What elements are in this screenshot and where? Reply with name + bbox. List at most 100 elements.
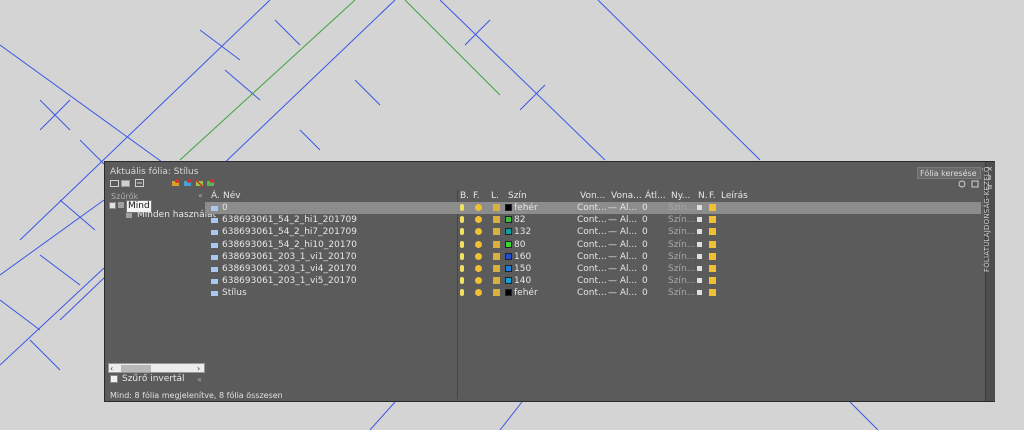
new-vp-freeze-icon[interactable] [709,228,716,236]
scroll-right-icon[interactable]: › [197,363,200,374]
layer-transparency[interactable]: 0 [642,226,648,238]
unlock-icon[interactable] [493,277,500,285]
col-new-vp-freeze[interactable]: F. [709,191,716,202]
layer-color[interactable]: 140 [514,275,531,287]
sun-thaw-icon[interactable] [475,228,482,236]
color-swatch[interactable] [505,289,512,297]
unlock-icon[interactable] [493,265,500,272]
layer-transparency[interactable]: 0 [642,287,648,299]
layer-color[interactable]: 150 [514,263,531,275]
new-vp-freeze-icon[interactable] [709,265,716,272]
layer-row[interactable]: 638693061_54_2_hi1_201709 82 Cont... — Al..… [205,214,981,226]
layer-linetype[interactable]: Cont... [577,263,607,275]
unlock-icon[interactable] [493,240,500,248]
layer-name[interactable]: Stílus [222,287,247,299]
layer-color[interactable]: 82 [514,214,525,226]
layer-transparency[interactable]: 0 [642,251,648,263]
layer-row[interactable]: 638693061_54_2_hi10_20170 80 Cont... — Al..… [205,239,981,251]
color-swatch[interactable] [505,277,512,285]
sun-thaw-icon[interactable] [475,277,482,285]
plot-printer-icon[interactable] [697,241,702,247]
col-lineweight[interactable]: Vona... [611,191,642,202]
collapse-filters-button[interactable]: « [198,190,203,201]
layer-lineweight[interactable]: — Al... [608,263,637,275]
col-transparency[interactable]: Átl... [645,191,666,202]
invert-filter-checkbox[interactable] [110,375,118,383]
lightbulb-on-icon[interactable] [460,204,464,211]
layer-linetype[interactable]: Cont... [577,275,607,287]
layer-lineweight[interactable]: — Al... [608,214,637,226]
sun-thaw-icon[interactable] [475,216,482,224]
new-vp-freeze-icon[interactable] [709,252,716,260]
sun-thaw-icon[interactable] [475,240,482,248]
layer-lineweight[interactable]: — Al... [608,287,637,299]
color-swatch[interactable] [505,204,512,211]
lightbulb-on-icon[interactable] [460,252,464,260]
layer-color[interactable]: fehér [514,202,538,214]
layer-color[interactable]: 160 [514,251,531,263]
layer-lineweight[interactable]: — Al... [608,251,637,263]
plot-printer-icon[interactable] [697,278,702,284]
lightbulb-on-icon[interactable] [460,240,464,248]
layer-row[interactable]: Stílus fehér Cont... — Al... 0 Szín... [205,287,981,299]
layer-name[interactable]: 638693061_203_1_vi4_20170 [222,263,357,275]
new-vp-freeze-icon[interactable] [709,240,716,248]
lightbulb-on-icon[interactable] [460,277,464,285]
new-layer-icon[interactable] [171,179,180,187]
layer-linetype[interactable]: Cont... [577,287,607,299]
layer-lineweight[interactable]: — Al... [608,202,637,214]
scroll-left-icon[interactable]: ‹ [110,363,113,374]
unlock-icon[interactable] [493,228,500,236]
unlock-icon[interactable] [493,289,500,297]
layer-name[interactable]: 638693061_54_2_hi10_20170 [222,239,357,251]
sun-thaw-icon[interactable] [475,289,482,297]
scroll-thumb[interactable] [121,365,151,372]
color-swatch[interactable] [505,216,512,224]
layer-name[interactable]: 638693061_54_2_hi7_201709 [222,226,357,238]
layer-name[interactable]: 638693061_203_1_vi1_20170 [222,251,357,263]
unlock-icon[interactable] [493,252,500,260]
color-swatch[interactable] [505,240,512,248]
color-swatch[interactable] [505,252,512,260]
sun-thaw-icon[interactable] [475,265,482,272]
refresh-icon[interactable] [958,180,966,188]
plot-printer-icon[interactable] [697,217,702,223]
layer-linetype[interactable]: Cont... [577,226,607,238]
layer-color[interactable]: fehér [514,287,538,299]
layer-transparency[interactable]: 0 [642,202,648,214]
col-description[interactable]: Leírás [721,191,748,202]
layer-color[interactable]: 80 [514,239,525,251]
layer-row[interactable]: 638693061_203_1_vi1_20170 160 Cont... — Al.… [205,251,981,263]
sun-thaw-icon[interactable] [475,252,482,260]
lightbulb-on-icon[interactable] [460,216,464,224]
new-group-filter-icon[interactable] [110,179,119,187]
layer-row[interactable]: 638693061_203_1_vi4_20170 150 Cont... — Al.… [205,263,981,275]
new-vp-freeze-icon[interactable] [709,289,716,297]
plot-printer-icon[interactable] [697,205,702,210]
layer-search-input[interactable]: Fólia keresése [917,167,981,179]
layer-lineweight[interactable]: — Al... [608,226,637,238]
layer-name[interactable]: 0 [222,202,228,214]
settings-icon[interactable] [971,180,979,188]
tree-collapse-icon[interactable] [109,202,116,209]
plot-printer-icon[interactable] [697,253,702,259]
layer-color[interactable]: 132 [514,226,531,238]
layer-transparency[interactable]: 0 [642,214,648,226]
new-vp-freeze-icon[interactable] [709,216,716,224]
col-linetype[interactable]: Von... [580,191,605,202]
plot-printer-icon[interactable] [697,290,702,296]
col-lock[interactable]: L. [491,191,499,202]
layer-name[interactable]: 638693061_54_2_hi1_201709 [222,214,357,226]
layer-lineweight[interactable]: — Al... [608,275,637,287]
layer-linetype[interactable]: Cont... [577,251,607,263]
unlock-icon[interactable] [493,204,500,211]
layer-row[interactable]: 638693061_203_1_vi5_20170 140 Cont... — Al.… [205,275,981,287]
color-swatch[interactable] [505,265,512,272]
new-property-filter-icon[interactable] [121,179,130,187]
col-plot-style[interactable]: Ny... [671,191,690,202]
filter-tree-hscrollbar[interactable]: ‹ › [108,363,205,373]
layer-transparency[interactable]: 0 [642,275,648,287]
set-current-icon[interactable] [206,179,215,187]
layer-linetype[interactable]: Cont... [577,239,607,251]
col-on[interactable]: B. [460,191,469,202]
